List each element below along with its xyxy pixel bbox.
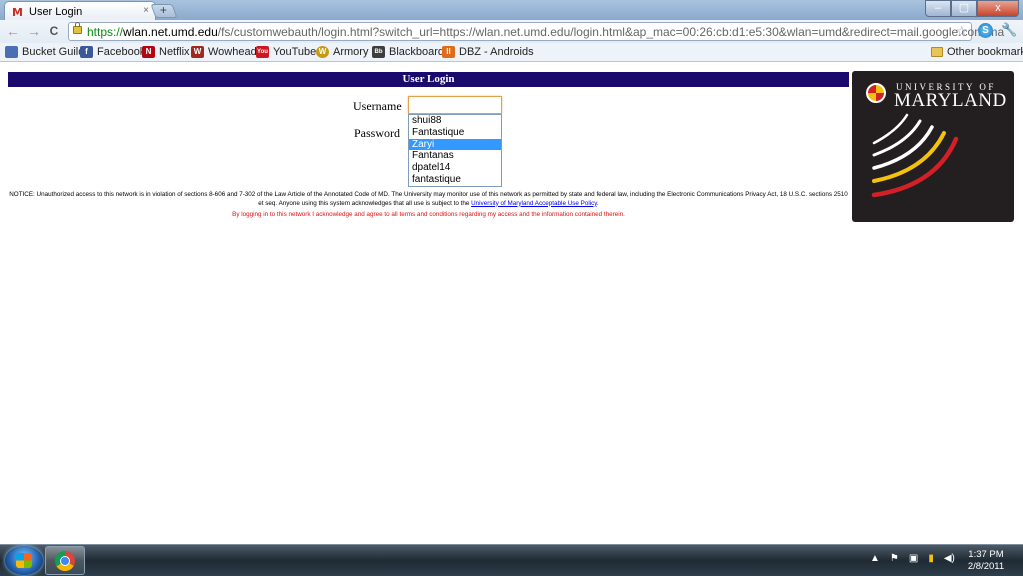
bookmark-facebook[interactable]: f Facebook bbox=[80, 45, 145, 59]
wowhead-icon: W bbox=[191, 46, 204, 58]
other-bookmarks-button[interactable]: Other bookmarks bbox=[931, 45, 1023, 59]
bookmark-label: Facebook bbox=[97, 46, 146, 58]
url-scheme: https:// bbox=[87, 25, 124, 39]
windows-logo-icon bbox=[16, 553, 32, 568]
browser-toolbar: ← → C https://wlan.net.umd.edu/fs/custom… bbox=[0, 20, 1023, 43]
title-bar: M User Login × + – ▢ x bbox=[0, 0, 1023, 20]
notice-text: NOTICE: Unauthorized access to this netw… bbox=[9, 191, 848, 207]
bookmark-netflix[interactable]: N Netflix bbox=[142, 45, 190, 59]
system-tray: ▲ ⚑ ▣ ▮ ◀) bbox=[870, 553, 955, 564]
gmail-icon: M bbox=[12, 6, 23, 19]
reload-button[interactable]: C bbox=[46, 23, 62, 39]
bookmark-label: YouTube bbox=[273, 46, 317, 58]
lock-icon bbox=[73, 22, 82, 34]
umd-logo: UNIVERSITY OF MARYLAND bbox=[852, 71, 1014, 222]
password-label: Password bbox=[354, 126, 401, 140]
clock-time: 1:37 PM bbox=[968, 549, 1004, 560]
facebook-icon: f bbox=[80, 46, 93, 58]
autocomplete-option[interactable]: Fantanas bbox=[409, 150, 501, 162]
legal-notice: NOTICE: Unauthorized access to this netw… bbox=[8, 191, 849, 208]
bookmark-label: Bucket Guild bbox=[22, 46, 85, 58]
skype-extension-icon[interactable]: S bbox=[978, 23, 993, 38]
taskbar-chrome-button[interactable] bbox=[45, 546, 85, 575]
logo-swoosh-graphic bbox=[871, 113, 959, 198]
clock-date: 2/8/2011 bbox=[967, 561, 1005, 572]
bookmark-dbz-androids[interactable]: II DBZ - Androids bbox=[442, 45, 534, 59]
tab-title: User Login bbox=[29, 6, 83, 18]
plus-icon: + bbox=[160, 3, 168, 17]
bookmark-bucket-guild[interactable]: Bucket Guild bbox=[5, 45, 84, 59]
group-icon bbox=[5, 46, 18, 58]
clock[interactable]: 1:37 PM 2/8/2011 bbox=[961, 549, 1011, 573]
autocomplete-option-selected[interactable]: Zaryi bbox=[409, 138, 501, 151]
bookmark-youtube[interactable]: You YouTube bbox=[256, 45, 316, 59]
acknowledgement-notice: By logging in to this network I acknowle… bbox=[232, 211, 625, 218]
username-input[interactable] bbox=[408, 96, 502, 114]
minimize-button[interactable]: – bbox=[925, 0, 951, 17]
network-icon[interactable]: ▣ bbox=[909, 553, 918, 564]
username-label: Username bbox=[353, 99, 402, 113]
notice-end: . bbox=[596, 199, 599, 207]
signal-icon[interactable]: ▮ bbox=[928, 553, 934, 564]
tab-close-icon[interactable]: × bbox=[143, 5, 149, 16]
autocomplete-dropdown[interactable]: shui88 Fantastique Zaryi Fantanas dpatel… bbox=[408, 114, 502, 187]
url-path: /fs/customwebauth/login.html?switch_url=… bbox=[217, 25, 1005, 39]
url-text: https://wlan.net.umd.edu/fs/customwebaut… bbox=[87, 25, 1004, 39]
youtube-icon: You bbox=[256, 46, 269, 58]
bookmark-wowhead[interactable]: W Wowhead bbox=[191, 45, 257, 59]
bookmark-armory[interactable]: W Armory bbox=[316, 45, 368, 59]
windows-taskbar: ▲ ⚑ ▣ ▮ ◀) 1:37 PM 2/8/2011 bbox=[0, 544, 1023, 576]
chrome-icon bbox=[55, 551, 75, 571]
netflix-icon: N bbox=[142, 46, 155, 58]
volume-icon[interactable]: ◀) bbox=[944, 553, 955, 564]
bookmark-label: Wowhead bbox=[208, 46, 257, 58]
autocomplete-option[interactable]: shui88 bbox=[409, 115, 501, 127]
blackboard-icon: Bb bbox=[372, 46, 385, 58]
dbz-icon: II bbox=[442, 46, 455, 58]
folder-icon bbox=[931, 47, 943, 57]
user-login-header: User Login bbox=[8, 72, 849, 87]
flag-icon[interactable]: ⚑ bbox=[890, 553, 899, 564]
bookmark-star-icon[interactable]: ☆ bbox=[955, 23, 968, 40]
tab-user-login[interactable]: M User Login × bbox=[4, 1, 156, 20]
bookmarks-bar: Bucket Guild f Facebook N Netflix W Wowhead… bbox=[0, 43, 1023, 62]
forward-button[interactable]: → bbox=[26, 23, 42, 39]
autocomplete-option[interactable]: fantastique bbox=[409, 174, 501, 186]
autocomplete-option[interactable]: dpatel14 bbox=[409, 162, 501, 174]
show-hidden-icon[interactable]: ▲ bbox=[870, 553, 880, 564]
maximize-button[interactable]: ▢ bbox=[951, 0, 977, 17]
bookmark-label: Netflix bbox=[159, 46, 190, 58]
url-host: wlan.net.umd.edu bbox=[123, 25, 218, 39]
armory-icon: W bbox=[316, 46, 329, 58]
other-bookmarks-label: Other bookmarks bbox=[947, 46, 1023, 58]
start-button[interactable] bbox=[5, 546, 43, 575]
back-button[interactable]: ← bbox=[5, 23, 21, 39]
bookmark-label: Armory bbox=[333, 46, 369, 58]
bookmark-label: DBZ - Androids bbox=[459, 46, 534, 58]
autocomplete-option[interactable]: Fantastique bbox=[409, 127, 501, 139]
close-window-button[interactable]: x bbox=[977, 0, 1019, 17]
wrench-menu-icon[interactable]: 🔧 bbox=[1001, 22, 1017, 38]
window-controls: – ▢ x bbox=[925, 0, 1019, 17]
bookmark-label: Blackboard bbox=[389, 46, 445, 58]
new-tab-button[interactable]: + bbox=[150, 3, 178, 18]
address-bar[interactable]: https://wlan.net.umd.edu/fs/customwebaut… bbox=[68, 22, 1004, 41]
bookmark-blackboard[interactable]: Bb Blackboard bbox=[372, 45, 444, 59]
acceptable-use-policy-link[interactable]: University of Maryland Acceptable Use Po… bbox=[471, 200, 597, 207]
